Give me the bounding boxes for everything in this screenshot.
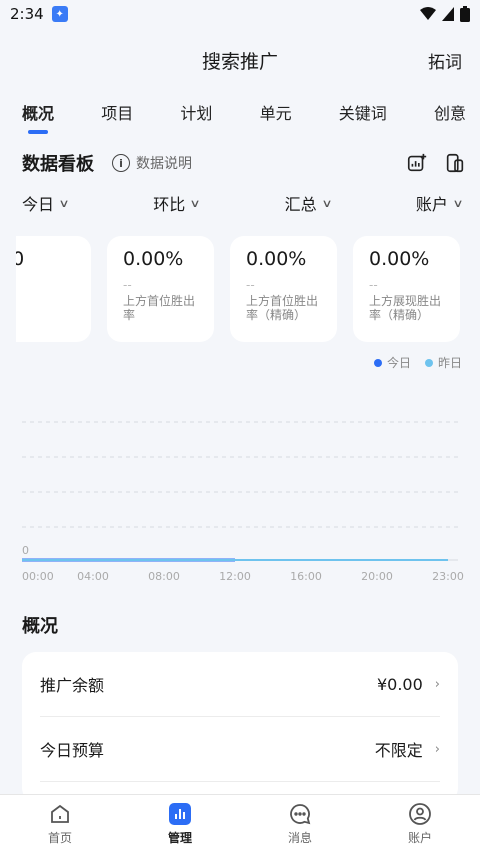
legend-dot xyxy=(424,358,433,367)
nav-label: 管理 xyxy=(167,831,192,845)
expand-keywords-button[interactable]: 拓词 xyxy=(428,48,462,73)
row-label: 今日预算 xyxy=(40,741,105,760)
x-tick-label: 08:00 xyxy=(148,570,180,583)
metric-delta: -- xyxy=(123,278,132,292)
metric-label: 上方展现胜出率（精确） xyxy=(369,294,442,322)
x-tick-label: 23:00 xyxy=(432,570,464,583)
filter-date[interactable]: 今日 ∨ xyxy=(22,190,70,216)
metric-card[interactable]: 0.00% -- 上方展现胜出率（精确） xyxy=(353,236,460,342)
x-tick-label: 12:00 xyxy=(219,570,251,583)
budget-row[interactable]: 今日预算 不限定 › xyxy=(40,717,440,782)
filter-account[interactable]: 账户 ∨ xyxy=(415,190,464,216)
metric-value: 0.00% xyxy=(123,248,184,270)
legend-item-yesterday[interactable]: 昨日 xyxy=(424,354,462,371)
row-value: ¥0.00 xyxy=(376,674,423,694)
x-tick-label: 00:00 xyxy=(22,570,54,583)
nav-home[interactable]: 首页 xyxy=(15,802,105,846)
tab-unit[interactable]: 单元 xyxy=(260,100,292,136)
row-label: 推广余额 xyxy=(40,676,105,695)
user-icon xyxy=(409,803,431,825)
nav-message[interactable]: 消息 xyxy=(255,802,345,846)
nav-label: 账户 xyxy=(407,831,432,845)
tab-bar: 概况 项目 计划 单元 关键词 创意 xyxy=(0,100,480,136)
bottom-nav: 首页 管理 消息 账户 xyxy=(0,794,480,853)
legend-dot xyxy=(373,358,382,367)
legend-item-today[interactable]: 今日 xyxy=(373,354,411,371)
chevron-down-icon: ∨ xyxy=(452,196,464,210)
page-header: 搜索推广 拓词 xyxy=(0,38,480,82)
data-info-link[interactable]: 数据说明 xyxy=(136,153,192,173)
status-bar: 2:34 ✦ xyxy=(0,0,480,28)
balance-row[interactable]: 推广余额 ¥0.00 › xyxy=(40,652,440,717)
data-board-header: 数据看板 i 数据说明 xyxy=(22,148,466,178)
legend-label: 昨日 xyxy=(437,356,462,370)
info-icon[interactable]: i xyxy=(112,154,130,172)
overview-panel: 推广余额 ¥0.00 › 今日预算 不限定 › xyxy=(22,652,458,802)
chevron-right-icon: › xyxy=(434,676,440,692)
signal-icon xyxy=(442,7,454,21)
chevron-down-icon: ∨ xyxy=(58,196,70,210)
metric-card[interactable]: 0.00% -- 上方首位胜出率 xyxy=(107,236,214,342)
nav-label: 消息 xyxy=(287,831,312,845)
nav-account[interactable]: 账户 xyxy=(375,802,465,846)
add-chart-icon[interactable] xyxy=(406,152,428,174)
metric-card[interactable]: 00 费 xyxy=(16,236,91,342)
metric-value: 00 xyxy=(16,248,25,270)
chevron-down-icon: ∨ xyxy=(320,196,333,210)
filter-compare-label: 环比 xyxy=(153,195,186,214)
trend-chart: 0 00:00 04:00 08:00 12:00 16:00 20:00 23:00 xyxy=(22,421,464,583)
wifi-icon xyxy=(420,7,436,20)
nav-manage[interactable]: 管理 xyxy=(135,802,225,846)
filter-account-label: 账户 xyxy=(415,195,448,214)
home-icon xyxy=(51,804,69,823)
x-tick-label: 16:00 xyxy=(290,570,322,583)
filter-aggregate[interactable]: 汇总 ∨ xyxy=(284,190,333,216)
metric-label: 上方首位胜出率 xyxy=(123,294,196,322)
chart-bar-icon xyxy=(169,803,191,825)
tab-project[interactable]: 项目 xyxy=(101,100,133,136)
tab-plan[interactable]: 计划 xyxy=(180,100,212,136)
metric-label: 费 xyxy=(16,278,75,292)
tab-creative[interactable]: 创意 xyxy=(434,100,466,136)
metric-cards: 00 费 0.00% -- 上方首位胜出率 0.00% -- 上方首位胜出率（精… xyxy=(16,236,464,344)
x-tick-label: 04:00 xyxy=(77,570,109,583)
app-notification-icon: ✦ xyxy=(51,6,68,22)
tab-keyword[interactable]: 关键词 xyxy=(339,100,387,136)
nav-label: 首页 xyxy=(47,831,72,845)
message-icon xyxy=(290,804,311,825)
metric-delta: -- xyxy=(369,278,378,292)
metric-delta: -- xyxy=(246,278,255,292)
overview-section-title: 概况 xyxy=(22,616,58,637)
chart-legend: 今日 昨日 xyxy=(373,354,462,371)
metric-value: 0.00% xyxy=(369,248,430,270)
battery-icon xyxy=(460,6,470,22)
x-tick-label: 20:00 xyxy=(361,570,393,583)
legend-label: 今日 xyxy=(386,356,411,370)
metric-card[interactable]: 0.00% -- 上方首位胜出率（精确） xyxy=(230,236,337,342)
metric-label: 上方首位胜出率（精确） xyxy=(246,294,319,322)
device-icon[interactable] xyxy=(444,152,466,174)
status-time: 2:34 xyxy=(10,5,44,23)
row-value: 不限定 xyxy=(374,741,423,760)
data-board-title: 数据看板 xyxy=(22,154,94,175)
chevron-right-icon: › xyxy=(434,741,440,757)
filter-bar: 今日 ∨ 环比 ∨ 汇总 ∨ 账户 ∨ xyxy=(22,190,464,216)
y-tick-label: 0 xyxy=(22,544,29,557)
metric-value: 0.00% xyxy=(246,248,307,270)
filter-date-label: 今日 xyxy=(22,195,55,214)
chevron-down-icon: ∨ xyxy=(189,196,201,210)
filter-compare[interactable]: 环比 ∨ xyxy=(153,190,201,216)
page-title: 搜索推广 xyxy=(201,50,278,73)
tab-overview[interactable]: 概况 xyxy=(22,100,54,136)
filter-aggregate-label: 汇总 xyxy=(284,195,317,214)
